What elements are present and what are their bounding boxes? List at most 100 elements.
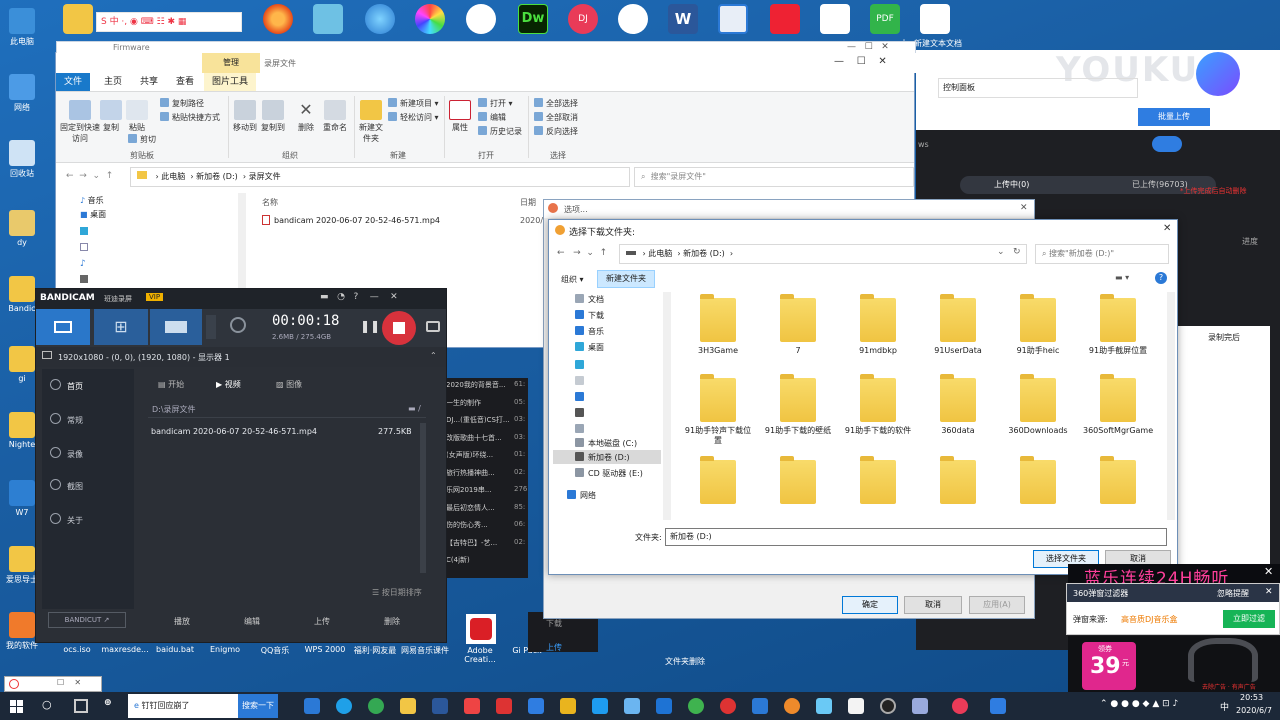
hdmi-mode-button[interactable] [150, 309, 202, 345]
folder-item[interactable]: 91助手截屏位置 [1083, 294, 1153, 356]
new-folder-button[interactable]: 新建文件夹 [358, 100, 384, 144]
game-mode-button[interactable]: ⊞ [94, 309, 148, 345]
breadcrumb-this-pc[interactable]: 此电脑 [648, 249, 672, 258]
desktop-label[interactable]: maxresde... [100, 645, 150, 654]
tree-item[interactable] [575, 408, 588, 418]
desktop-label[interactable]: ocs.iso [52, 645, 102, 654]
paste-shortcut-button[interactable]: 粘贴快捷方式 [160, 112, 220, 123]
taskbar-app-icon[interactable] [990, 698, 1006, 714]
folder-item[interactable]: 91助手铃声下载位置 [683, 374, 753, 446]
cancel-button[interactable]: 取消 [904, 596, 962, 614]
close-icon[interactable]: ✕ [1264, 565, 1273, 578]
taskbar-app-icon[interactable] [880, 698, 896, 714]
taskbar-app-icon[interactable] [528, 698, 544, 714]
bird-app-icon[interactable] [624, 698, 640, 714]
folder-item[interactable]: 360data [923, 374, 993, 436]
taskbar-search-box[interactable]: e 钉钉回应崩了 [128, 694, 238, 718]
taskbar-app-icon[interactable] [848, 698, 864, 714]
delete-button[interactable]: 删除 [384, 616, 400, 627]
tab-image[interactable]: ▨ 图像 [276, 379, 302, 390]
music-list-item[interactable]: 2020我的背景音... 61: [446, 380, 528, 394]
nav-item-desktop[interactable]: ■ 桌面 [80, 209, 106, 220]
window-controls[interactable]: ☐ ✕ [57, 678, 81, 687]
taskbar-app-icon[interactable] [688, 698, 704, 714]
nav-icon[interactable] [80, 243, 88, 251]
taskbar-app-icon[interactable] [816, 698, 832, 714]
column-date[interactable]: 日期 [520, 197, 536, 208]
nav-item-music[interactable]: ♪ 音乐 [80, 195, 104, 206]
music-list-item[interactable]: 伤的伤心秀... 06: [446, 520, 528, 534]
close-icon[interactable]: ✕ [1265, 587, 1273, 597]
properties-button[interactable]: 属性 [448, 100, 472, 133]
breadcrumb[interactable]: › 此电脑 › 新加卷 (D:) › 录屏文件 [130, 167, 630, 187]
music-list-item[interactable]: 最后初恋情人... 85: [446, 503, 528, 517]
edit-button[interactable]: 编辑 [478, 112, 506, 123]
nav-icon[interactable] [80, 275, 88, 283]
taskbar-app-icon[interactable] [720, 698, 736, 714]
screen-mode-button[interactable] [36, 309, 90, 345]
tree-item-c-drive[interactable]: 本地磁盘 (C:) [575, 438, 637, 449]
youku-path-field[interactable]: 控制面板 [938, 78, 1138, 98]
chevron-down-icon[interactable]: ⌄ [997, 247, 1005, 257]
folder-item[interactable] [923, 456, 993, 508]
folder-item[interactable] [763, 456, 833, 508]
tab-picture-tools[interactable]: 图片工具 [204, 73, 257, 91]
folder-item[interactable]: 91UserData [923, 294, 993, 356]
taskbar-app-icon[interactable] [304, 698, 320, 714]
tree-item-downloads[interactable]: 下载 [575, 310, 604, 321]
window-controls[interactable]: — ☐ ✕ [847, 42, 889, 52]
help-icon[interactable]: ? [1155, 272, 1167, 284]
dialog-search-input[interactable]: ⌕ 搜索"新加卷 (D:)" [1035, 244, 1169, 264]
search-icon[interactable] [1152, 136, 1182, 152]
paste-button[interactable]: 粘贴 [126, 100, 148, 133]
tree-item-documents[interactable]: 文档 [575, 294, 604, 305]
firefox-icon[interactable] [263, 4, 293, 34]
clock-time[interactable]: 20:53 [1240, 693, 1263, 702]
qq-icon[interactable] [618, 4, 648, 34]
ad-close-text[interactable]: 去除广告 · 有声广告 [1202, 682, 1256, 691]
music-list-item[interactable]: 一生的制作 05: [446, 398, 528, 412]
cut-button[interactable]: 剪切 [128, 134, 156, 145]
taskbar-app-icon[interactable] [464, 698, 480, 714]
music-list-item[interactable]: C(4j新) [446, 555, 528, 569]
breadcrumb-this-pc[interactable]: 此电脑 [161, 172, 185, 181]
search-button[interactable]: 搜索一下 [238, 694, 278, 718]
screenshot-camera-icon[interactable] [426, 321, 440, 332]
minimized-window[interactable]: ☐ ✕ [4, 676, 102, 692]
dj-icon[interactable] [952, 698, 968, 714]
play-button[interactable]: 播放 [174, 616, 190, 627]
bird-app-icon[interactable] [365, 4, 395, 34]
copy-button[interactable]: 复制 [100, 100, 122, 133]
stop-button[interactable] [382, 311, 416, 345]
sidebar-item-video[interactable]: 录像 [50, 447, 83, 460]
desktop-label[interactable]: Enigmo [200, 645, 250, 654]
taskbar-app-icon[interactable] [560, 698, 576, 714]
pencil-icon[interactable] [313, 4, 343, 34]
tree-item-desktop[interactable]: 桌面 [575, 342, 604, 353]
breadcrumb-folder[interactable]: 录屏文件 [249, 172, 281, 181]
invert-selection-button[interactable]: 反向选择 [534, 126, 578, 137]
tab-uploading[interactable]: 上传中(0) [994, 179, 1029, 190]
music-list-item[interactable]: 【吉特巴】-艺... 02: [446, 538, 528, 552]
history-button[interactable]: 历史记录 [478, 126, 522, 137]
ad-banner[interactable]: 领券 39 元 去除广告 · 有声广告 [1068, 636, 1280, 692]
tree-item-e-drive[interactable]: CD 驱动器 (E:) [575, 468, 643, 479]
dreamweaver-icon[interactable]: Dw [518, 4, 548, 34]
sidebar-item-about[interactable]: 关于 [50, 513, 83, 526]
batch-upload-button[interactable]: 批量上传 [1138, 108, 1210, 126]
webcam-toggle[interactable] [206, 315, 216, 339]
desktop-label[interactable]: WPS 2000 [300, 645, 350, 654]
ignore-link[interactable]: 忽略提醒 [1217, 588, 1249, 599]
folder-item[interactable] [1003, 456, 1073, 508]
sidebar-item-general[interactable]: 常规 [50, 413, 83, 426]
folder-item[interactable]: 360Downloads [1003, 374, 1073, 436]
folder-item[interactable] [683, 456, 753, 508]
desktop-icon-network[interactable]: 网络 [4, 74, 40, 113]
desktop-icon-recycle-bin[interactable]: 回收站 [4, 140, 40, 179]
desktop-label[interactable]: 文件夹删除 [660, 656, 710, 667]
taskbar-app-icon[interactable] [656, 698, 672, 714]
sort-by-date[interactable]: ☰ 按日期排序 [372, 587, 422, 598]
file-list-scrollbar[interactable] [420, 423, 426, 573]
color-disc-icon[interactable] [415, 4, 445, 34]
organize-menu[interactable]: 组织 ▾ [561, 274, 584, 285]
